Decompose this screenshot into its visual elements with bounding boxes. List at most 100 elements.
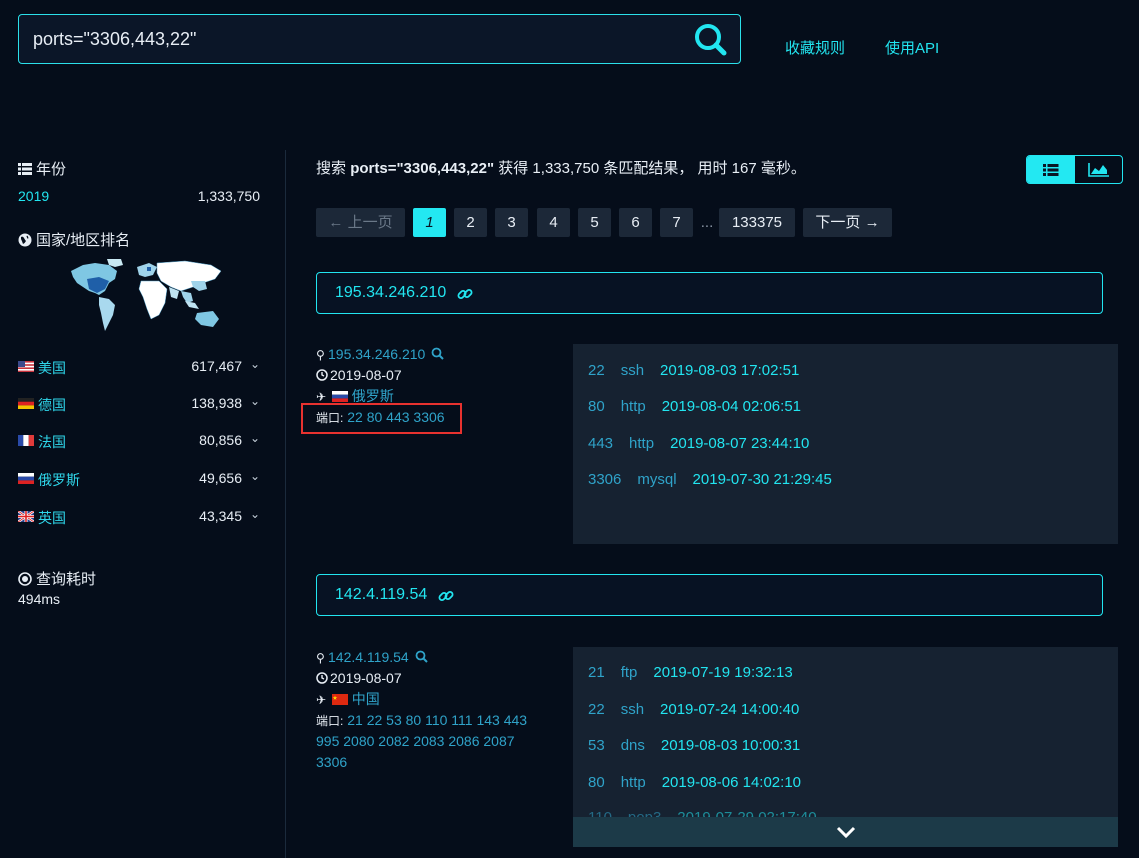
country-row-us[interactable]: 美国 617,467 ⌄ (18, 357, 260, 378)
ports-list[interactable]: 21 22 53 80 110 111 143 443 (347, 712, 527, 728)
meta-date: 2019-08-07 (330, 367, 402, 383)
service-port[interactable]: 21 (588, 664, 605, 681)
country-name[interactable]: 法国 (38, 432, 66, 452)
country-name[interactable]: 美国 (38, 358, 66, 378)
result-host-header[interactable]: 142.4.119.54 (316, 574, 1103, 616)
chevron-down-icon[interactable]: ⌄ (250, 507, 260, 521)
meta-ip[interactable]: 142.4.119.54 (328, 649, 409, 665)
service-port[interactable]: 80 (588, 774, 605, 791)
service-row: 21 ftp 2019-07-19 19:32:13 (588, 664, 793, 681)
api-link[interactable]: 使用API (885, 37, 939, 58)
query-time-value: 494ms (18, 591, 61, 607)
ru-flag-icon (331, 391, 348, 402)
country-name[interactable]: 英国 (38, 508, 66, 528)
meta-country[interactable]: 俄罗斯 (352, 388, 394, 404)
search-icon[interactable] (431, 347, 444, 360)
service-time: 2019-08-03 17:02:51 (660, 362, 800, 379)
service-row: 22 ssh 2019-08-03 17:02:51 (588, 362, 799, 379)
ports-highlight-box (301, 403, 462, 434)
chart-view-button[interactable] (1075, 156, 1122, 183)
page-button-2[interactable]: 2 (454, 208, 487, 237)
list-icon (18, 163, 32, 175)
year-label[interactable]: 2019 (18, 188, 49, 204)
service-port[interactable]: 22 (588, 362, 605, 379)
host-meta: ⚲ 142.4.119.54 2019-08-07 ✈ 中国 端口: 21 22 … (316, 647, 527, 773)
service-port[interactable]: 80 (588, 398, 605, 415)
search-button[interactable] (692, 21, 730, 57)
country-name[interactable]: 德国 (38, 395, 66, 415)
clock-icon (316, 369, 328, 381)
area-chart-icon (1088, 163, 1109, 177)
service-name[interactable]: http (621, 774, 646, 791)
fr-flag-icon (18, 435, 34, 446)
service-port[interactable]: 443 (588, 435, 613, 452)
page-button-1[interactable]: 1 (413, 208, 446, 237)
plane-icon: ✈ (316, 693, 327, 707)
service-name[interactable]: mysql (637, 471, 676, 488)
host-ip[interactable]: 142.4.119.54 (335, 586, 427, 604)
chevron-down-icon[interactable]: ⌄ (250, 469, 260, 483)
expand-services-button[interactable] (573, 817, 1118, 847)
host-ip[interactable]: 195.34.246.210 (335, 284, 446, 302)
service-name[interactable]: ssh (621, 362, 644, 379)
service-row: 443 http 2019-08-07 23:44:10 (588, 435, 809, 452)
link-icon[interactable] (457, 286, 473, 302)
map-marker-icon: ⚲ (316, 348, 325, 362)
meta-country-line: ✈ 中国 (316, 689, 527, 710)
service-name[interactable]: dns (621, 737, 645, 754)
time-heading-label: 查询耗时 (36, 571, 97, 588)
search-icon[interactable] (415, 650, 428, 663)
cn-flag-icon (331, 694, 348, 705)
search-bar (18, 14, 741, 64)
list-view-button[interactable] (1027, 156, 1075, 183)
country-row-de[interactable]: 德国 138,938 ⌄ (18, 394, 260, 415)
service-time: 2019-07-30 21:29:45 (692, 471, 832, 488)
service-name[interactable]: http (621, 398, 646, 415)
service-time: 2019-08-04 02:06:51 (661, 398, 802, 415)
service-time: 2019-08-06 14:02:10 (661, 774, 802, 791)
service-port[interactable]: 22 (588, 701, 605, 718)
meta-ip[interactable]: 195.34.246.210 (328, 346, 425, 362)
page-button-7[interactable]: 7 (660, 208, 693, 237)
page-button-3[interactable]: 3 (495, 208, 528, 237)
chevron-down-icon (836, 826, 856, 839)
country-row-fr[interactable]: 法国 80,856 ⌄ (18, 431, 260, 452)
result-host-header[interactable]: 195.34.246.210 (316, 272, 1103, 314)
country-row-gb[interactable]: 英国 43,345 ⌄ (18, 507, 260, 528)
page-button-5[interactable]: 5 (578, 208, 611, 237)
chevron-down-icon[interactable]: ⌄ (250, 357, 260, 371)
service-name[interactable]: ssh (621, 701, 644, 718)
country-count: 49,656 (199, 470, 242, 486)
service-name[interactable]: ftp (621, 664, 638, 681)
page-button-4[interactable]: 4 (537, 208, 570, 237)
link-icon[interactable] (438, 588, 454, 604)
service-port[interactable]: 3306 (588, 471, 621, 488)
favorites-link[interactable]: 收藏规则 (785, 37, 845, 58)
last-page-button[interactable]: 133375 (719, 208, 795, 237)
year-heading-label: 年份 (36, 161, 67, 178)
next-page-button[interactable]: 下一页 → (803, 208, 892, 237)
country-row-ru[interactable]: 俄罗斯 49,656 ⌄ (18, 469, 260, 490)
ru-flag-icon (18, 473, 34, 484)
country-name[interactable]: 俄罗斯 (38, 470, 80, 490)
time-heading: 查询耗时 (18, 568, 96, 589)
service-name[interactable]: http (629, 435, 654, 452)
ports-list[interactable]: 995 2080 2082 2083 2086 2087 (316, 733, 515, 749)
service-time: 2019-07-19 19:32:13 (653, 664, 793, 681)
meta-country[interactable]: 中国 (352, 691, 380, 707)
search-icon (695, 24, 727, 56)
prev-page-button[interactable]: ← 上一页 (316, 208, 405, 237)
globe-icon (18, 233, 32, 247)
meta-ip-line: ⚲ 195.34.246.210 (316, 344, 445, 365)
year-count: 1,333,750 (197, 188, 260, 204)
chevron-down-icon[interactable]: ⌄ (250, 394, 260, 408)
service-port[interactable]: 53 (588, 737, 605, 754)
country-heading: 国家/地区排名 (18, 229, 130, 250)
page-button-6[interactable]: 6 (619, 208, 652, 237)
list-icon (1043, 164, 1059, 176)
chevron-down-icon[interactable]: ⌄ (250, 431, 260, 445)
result-summary: 搜索 ports="3306,443,22" 获得 1,333,750 条匹配结… (316, 157, 806, 178)
ports-list[interactable]: 3306 (316, 754, 347, 770)
search-input[interactable] (33, 25, 673, 53)
service-time: 2019-07-24 14:00:40 (660, 701, 800, 718)
